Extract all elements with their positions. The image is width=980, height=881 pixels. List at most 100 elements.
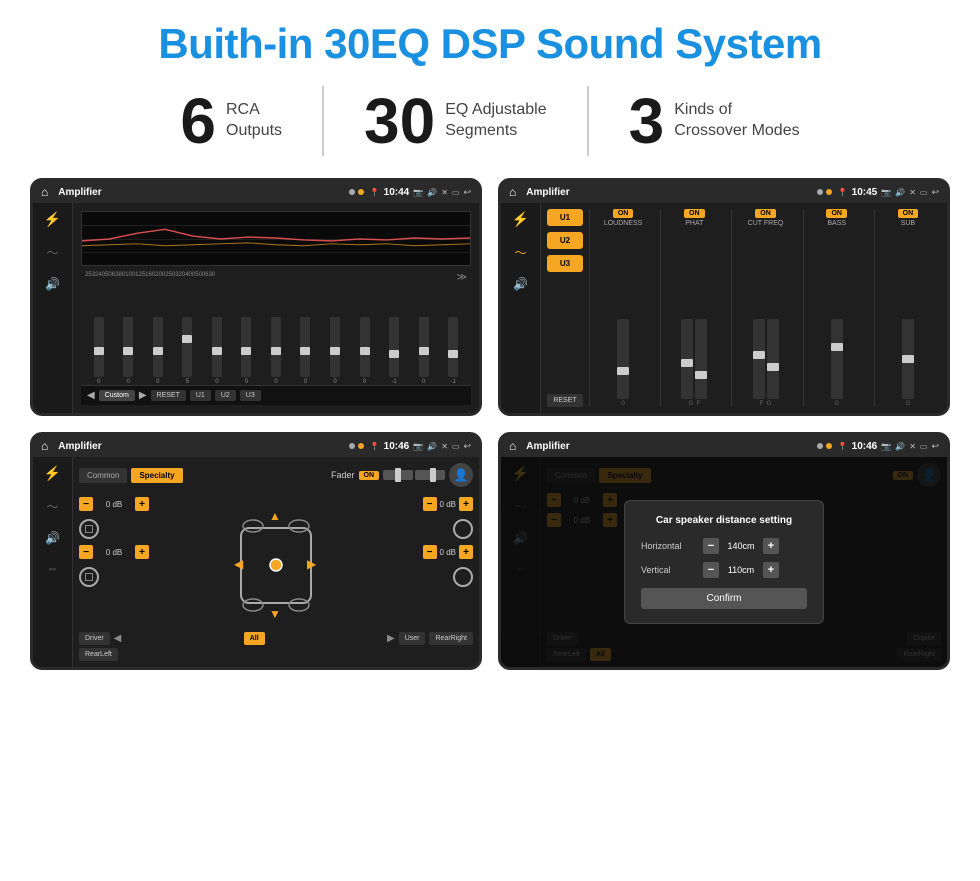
- eq-prev-button[interactable]: ◀: [87, 390, 95, 401]
- user-button-3[interactable]: User: [399, 632, 426, 645]
- eq-thumb-13[interactable]: [448, 350, 458, 358]
- app-name-3: Amplifier: [58, 441, 342, 452]
- loudness-slider[interactable]: [617, 319, 629, 399]
- stat-crossover-label: Kinds ofCrossover Modes: [674, 100, 799, 142]
- nav-right[interactable]: ▶: [387, 633, 395, 644]
- eq-slider-8: 0: [300, 317, 310, 385]
- arrows-icon-3[interactable]: ⇔: [47, 561, 59, 575]
- confirm-button[interactable]: Confirm: [641, 588, 807, 609]
- eq-thumb-5[interactable]: [212, 347, 222, 355]
- all-button[interactable]: All: [244, 632, 265, 645]
- eq-u2-button[interactable]: U2: [215, 390, 236, 401]
- phat-slider-2[interactable]: [695, 319, 707, 399]
- eq-thumb-4[interactable]: [182, 335, 192, 343]
- speaker-icon-3[interactable]: 🔊: [45, 531, 60, 545]
- nav-left[interactable]: ◀: [114, 633, 122, 644]
- db-plus-2[interactable]: +: [135, 545, 149, 559]
- home-icon-3[interactable]: ⌂: [41, 439, 48, 453]
- sub-toggle[interactable]: ON: [898, 209, 919, 218]
- fader-thumb[interactable]: [395, 468, 401, 482]
- eq-thumb-3[interactable]: [153, 347, 163, 355]
- wave-icon-2[interactable]: 〜: [514, 244, 526, 261]
- fader-thumb2[interactable]: [430, 468, 436, 482]
- eq-thumb-7[interactable]: [271, 347, 281, 355]
- bass-toggle[interactable]: ON: [826, 209, 847, 218]
- eq-sliders-row: 0 0 0 5 0 0 0 0 0 0 -1 0 -1: [81, 287, 471, 385]
- sub-thumb[interactable]: [902, 355, 914, 363]
- wave-icon-3[interactable]: 〜: [46, 498, 58, 515]
- cutfreq-toggle[interactable]: ON: [755, 209, 776, 218]
- eq-thumb-10[interactable]: [360, 347, 370, 355]
- loudness-toggle[interactable]: ON: [613, 209, 634, 218]
- cutfreq-thumb-1[interactable]: [753, 351, 765, 359]
- expand-icon[interactable]: ≫: [457, 272, 467, 283]
- crossover-reset-button[interactable]: RESET: [547, 394, 583, 407]
- cutfreq-thumb-2[interactable]: [767, 363, 779, 371]
- eq-slider-2: 0: [123, 317, 133, 385]
- sub-slider[interactable]: [902, 319, 914, 399]
- rearleft-button[interactable]: RearLeft: [79, 648, 118, 661]
- eq-thumb-11[interactable]: [389, 350, 399, 358]
- loudness-thumb[interactable]: [617, 367, 629, 375]
- db-plus-4[interactable]: +: [459, 545, 473, 559]
- back-icon-4[interactable]: ↩: [931, 441, 939, 452]
- back-icon-1[interactable]: ↩: [463, 187, 471, 198]
- fader-track2[interactable]: [415, 470, 445, 480]
- db-minus-2[interactable]: −: [79, 545, 93, 559]
- cutfreq-slider-2[interactable]: [767, 319, 779, 399]
- eq-next-button[interactable]: ▶: [139, 390, 147, 401]
- rearright-button[interactable]: RearRight: [429, 632, 473, 645]
- tab-common[interactable]: Common: [79, 468, 127, 483]
- home-icon-4[interactable]: ⌂: [509, 439, 516, 453]
- eq-thumb-12[interactable]: [419, 347, 429, 355]
- phat-slider-1[interactable]: [681, 319, 693, 399]
- preset-u1-button[interactable]: U1: [547, 209, 583, 226]
- eq-thumb-1[interactable]: [94, 347, 104, 355]
- back-icon-2[interactable]: ↩: [931, 187, 939, 198]
- phat-toggle[interactable]: ON: [684, 209, 705, 218]
- eq-reset-button[interactable]: RESET: [151, 390, 186, 401]
- driver-button[interactable]: Driver: [79, 632, 110, 645]
- eq-thumb-9[interactable]: [330, 347, 340, 355]
- crossover-sub: ON SUB G: [874, 209, 941, 407]
- eq-thumb-6[interactable]: [241, 347, 251, 355]
- horizontal-minus-button[interactable]: −: [703, 538, 719, 554]
- phat-thumb-2[interactable]: [695, 371, 707, 379]
- profile-icon-3[interactable]: 👤: [449, 463, 473, 487]
- eq-custom-button[interactable]: Custom: [99, 390, 135, 401]
- eq-icon-1[interactable]: ⚡: [44, 211, 61, 228]
- home-icon-1[interactable]: ⌂: [41, 185, 48, 199]
- speaker-icon-2[interactable]: 🔊: [513, 277, 528, 291]
- eq-icon-2[interactable]: ⚡: [512, 211, 529, 228]
- home-icon-2[interactable]: ⌂: [509, 185, 516, 199]
- screen-distance: ⌂ Amplifier 📍 10:46 📷 🔊 ✕ ▭ ↩: [498, 432, 950, 670]
- back-icon-3[interactable]: ↩: [463, 441, 471, 452]
- eq-icon-3[interactable]: ⚡: [44, 465, 61, 482]
- eq-u3-button[interactable]: U3: [240, 390, 261, 401]
- wave-icon-1[interactable]: 〜: [46, 244, 58, 261]
- preset-u2-button[interactable]: U2: [547, 232, 583, 249]
- bass-slider[interactable]: [831, 319, 843, 399]
- db-minus-3[interactable]: −: [423, 497, 437, 511]
- window-icon-2: ▭: [920, 188, 928, 197]
- tab-specialty[interactable]: Specialty: [131, 468, 182, 483]
- db-minus-4[interactable]: −: [423, 545, 437, 559]
- speaker-icon-1[interactable]: 🔊: [45, 277, 60, 291]
- eq-thumb-8[interactable]: [300, 347, 310, 355]
- stat-eq-number: 30: [364, 89, 435, 153]
- db-plus-1[interactable]: +: [135, 497, 149, 511]
- horizontal-plus-button[interactable]: +: [763, 538, 779, 554]
- phat-labels: G F: [688, 401, 700, 407]
- bass-thumb[interactable]: [831, 343, 843, 351]
- fader-toggle[interactable]: ON: [359, 471, 380, 480]
- phat-thumb-1[interactable]: [681, 359, 693, 367]
- db-minus-1[interactable]: −: [79, 497, 93, 511]
- db-plus-3[interactable]: +: [459, 497, 473, 511]
- eq-u1-button[interactable]: U1: [190, 390, 211, 401]
- fader-track[interactable]: [383, 470, 413, 480]
- cutfreq-slider-1[interactable]: [753, 319, 765, 399]
- preset-u3-button[interactable]: U3: [547, 255, 583, 272]
- vertical-plus-button[interactable]: +: [763, 562, 779, 578]
- eq-thumb-2[interactable]: [123, 347, 133, 355]
- vertical-minus-button[interactable]: −: [703, 562, 719, 578]
